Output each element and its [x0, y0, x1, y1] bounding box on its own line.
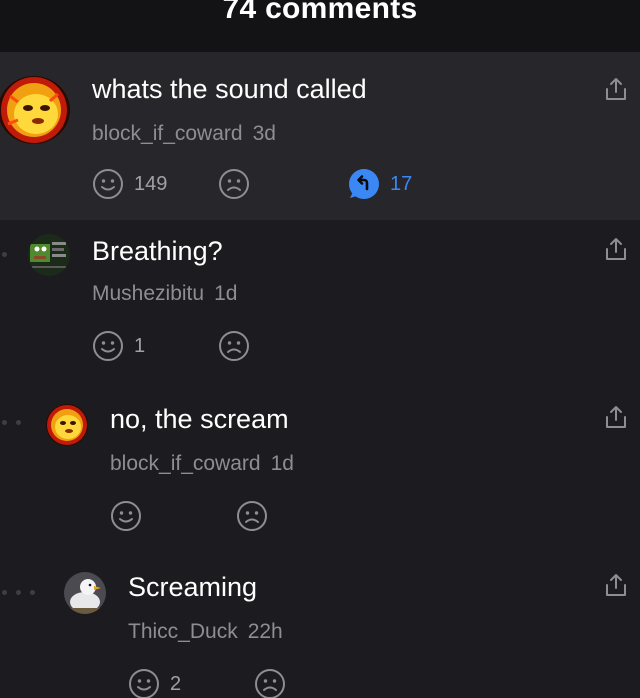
comment-time: 1d — [214, 282, 238, 305]
thread-depth-indicator — [2, 252, 7, 257]
downvote-button[interactable] — [218, 168, 250, 200]
comment-text: Screaming — [128, 572, 258, 602]
comments-header: 74 comments — [0, 0, 640, 52]
comment-meta: block_if_coward 1d — [110, 452, 294, 476]
comment-author[interactable]: block_if_coward — [110, 452, 261, 475]
thread-depth-indicator — [2, 420, 21, 425]
duck-avatar-icon[interactable] — [64, 572, 106, 614]
share-upload-icon[interactable] — [604, 572, 628, 603]
upvote-count: 149 — [134, 172, 168, 195]
downvote-button[interactable] — [236, 500, 268, 532]
comment-author[interactable]: Thicc_Duck — [128, 620, 238, 643]
comment-meta: Mushezibitu 1d — [92, 282, 237, 306]
smile-face-icon — [93, 331, 123, 361]
comments-count-title: 74 comments — [222, 0, 418, 25]
downvote-button[interactable] — [218, 330, 250, 362]
comment-item[interactable]: no, the scream block_if_coward 1d — [0, 380, 640, 550]
upvote-button[interactable]: 2 — [128, 668, 181, 698]
comment-text: Breathing? — [92, 236, 223, 266]
comment-meta: Thicc_Duck 22h — [128, 620, 283, 644]
pepe-avatar-icon[interactable] — [28, 234, 70, 276]
comment-item[interactable]: Breathing? Mushezibitu 1d 1 — [0, 220, 640, 380]
smile-face-icon — [129, 669, 159, 698]
reply-count: 17 — [390, 172, 413, 195]
comment-author[interactable]: block_if_coward — [92, 122, 243, 145]
comment-meta: block_if_coward 3d — [92, 122, 276, 146]
share-upload-icon[interactable] — [604, 404, 628, 435]
comment-time: 1d — [270, 452, 294, 475]
comment-time: 22h — [247, 620, 283, 643]
comment-item[interactable]: Screaming Thicc_Duck 22h 2 — [0, 550, 640, 698]
frown-face-icon — [255, 669, 285, 698]
comment-text: whats the sound called — [92, 74, 367, 104]
upvote-count: 1 — [134, 334, 146, 357]
comment-item[interactable]: whats the sound called block_if_coward 3d… — [0, 52, 640, 220]
upvote-button[interactable]: 1 — [92, 330, 145, 362]
frown-face-icon — [219, 169, 249, 199]
thread-depth-indicator — [2, 590, 35, 595]
smile-face-icon — [111, 501, 141, 531]
doge-avatar-icon[interactable] — [46, 404, 88, 446]
frown-face-icon — [237, 501, 267, 531]
share-upload-icon[interactable] — [604, 236, 628, 267]
comment-text: no, the scream — [110, 404, 289, 434]
upvote-count: 2 — [170, 672, 182, 695]
comment-time: 3d — [252, 122, 276, 145]
share-upload-icon[interactable] — [604, 76, 628, 107]
replies-button[interactable]: 17 — [348, 168, 412, 200]
downvote-button[interactable] — [254, 668, 286, 698]
smile-face-icon — [93, 169, 123, 199]
comment-author[interactable]: Mushezibitu — [92, 282, 204, 305]
upvote-button[interactable] — [110, 500, 152, 532]
doge-avatar-icon[interactable] — [0, 76, 70, 144]
reply-bubble-icon — [349, 169, 379, 199]
upvote-button[interactable]: 149 — [92, 168, 167, 200]
frown-face-icon — [219, 331, 249, 361]
